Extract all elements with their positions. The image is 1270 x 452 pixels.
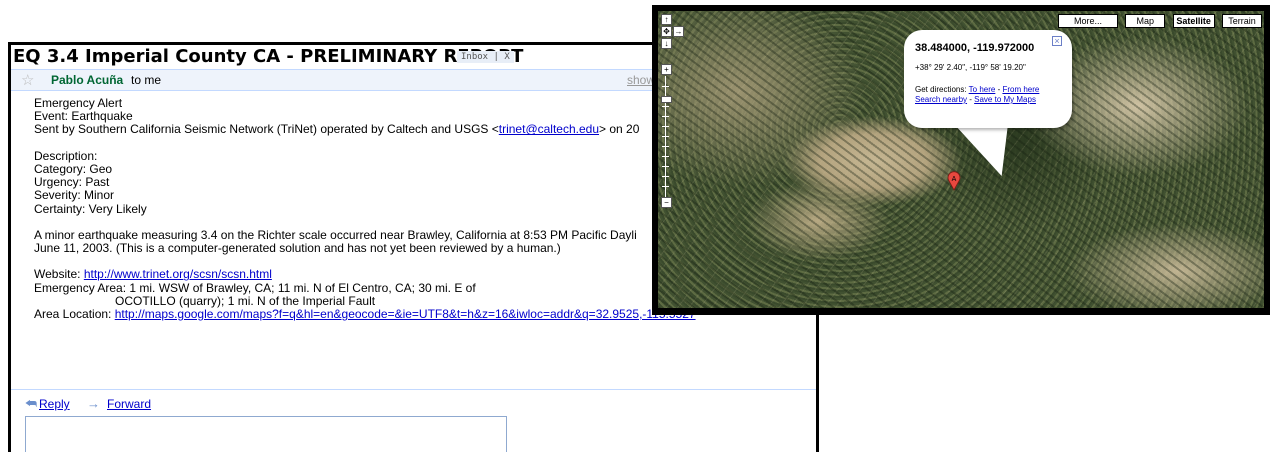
zoom-out-icon[interactable]: − bbox=[661, 197, 672, 208]
zoom-rail bbox=[665, 76, 666, 198]
forward-arrow-icon[interactable]: → bbox=[87, 396, 100, 411]
map-type-satellite-button[interactable]: Satellite bbox=[1172, 14, 1215, 28]
inbox-label-chip[interactable]: Inbox | X bbox=[457, 51, 514, 63]
recipient-text: to me bbox=[131, 73, 162, 87]
location-label: Area Location: bbox=[34, 307, 115, 321]
map-panel: More... Map Satellite Terrain ↑ ✥ → ↓ + … bbox=[652, 5, 1270, 315]
sender-name: Pablo Acuña bbox=[51, 73, 124, 87]
sender-info-suffix: > on 20 bbox=[599, 122, 640, 137]
website-link[interactable]: http://www.trinet.org/scsn/scsn.html bbox=[84, 267, 272, 281]
marker-label: A bbox=[952, 176, 957, 183]
website-label: Website: bbox=[34, 267, 84, 282]
map-type-bar: More... Map Satellite Terrain bbox=[1054, 14, 1262, 28]
reply-arrow-icon[interactable]: ⮪ bbox=[25, 396, 37, 412]
zoom-slider[interactable] bbox=[661, 76, 672, 198]
show-details-link[interactable]: show bbox=[627, 73, 655, 87]
info-coordinates: 38.484000, -119.972000 bbox=[915, 42, 1035, 54]
from-here-link[interactable]: From here bbox=[1002, 85, 1039, 94]
info-window: × 38.484000, -119.972000 +38° 29' 2.40",… bbox=[904, 30, 1072, 128]
reply-link[interactable]: Reply bbox=[39, 397, 70, 411]
directions-label: Get directions: bbox=[915, 85, 969, 94]
to-here-link[interactable]: To here bbox=[969, 85, 996, 94]
search-nearby-link[interactable]: Search nearby bbox=[915, 95, 967, 104]
forward-link[interactable]: Forward bbox=[107, 397, 151, 411]
map-type-terrain-button[interactable]: Terrain bbox=[1222, 14, 1262, 28]
info-directions: Get directions: To here - From here Sear… bbox=[915, 85, 1039, 105]
satellite-map[interactable]: More... Map Satellite Terrain ↑ ✥ → ↓ + … bbox=[658, 11, 1264, 308]
pan-down-icon[interactable]: ↓ bbox=[661, 38, 672, 49]
star-icon[interactable]: ☆ bbox=[21, 71, 34, 89]
pan-right-icon[interactable]: → bbox=[673, 26, 684, 37]
reply-textarea[interactable] bbox=[25, 416, 507, 452]
pan-center-icon[interactable]: ✥ bbox=[661, 26, 672, 37]
email-subject: EQ 3.4 Imperial County CA - PRELIMINARY … bbox=[13, 46, 524, 67]
pan-up-icon[interactable]: ↑ bbox=[661, 14, 672, 25]
map-location-link[interactable]: http://maps.google.com/maps?f=q&hl=en&ge… bbox=[115, 307, 696, 321]
zoom-slider-thumb[interactable] bbox=[661, 96, 672, 103]
map-type-more-button[interactable]: More... bbox=[1057, 14, 1118, 28]
reply-actions: ⮪ Reply → Forward bbox=[11, 389, 816, 452]
save-to-my-maps-link[interactable]: Save to My Maps bbox=[974, 95, 1036, 104]
info-dms-coordinates: +38° 29' 2.40", -119° 58' 19.20" bbox=[915, 63, 1026, 72]
zoom-in-icon[interactable]: + bbox=[661, 64, 672, 75]
map-type-map-button[interactable]: Map bbox=[1125, 14, 1166, 28]
close-icon[interactable]: × bbox=[1052, 36, 1062, 46]
trinet-email-link[interactable]: trinet@caltech.edu bbox=[499, 122, 599, 136]
sender-info-text: Sent by Southern California Seismic Netw… bbox=[34, 122, 499, 137]
map-marker-icon[interactable]: A bbox=[947, 171, 961, 191]
